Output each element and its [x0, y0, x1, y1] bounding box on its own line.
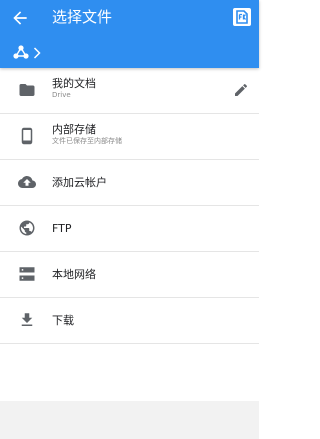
list-item-my-documents[interactable]: 我的文档 Drive — [0, 68, 259, 114]
download-icon — [18, 311, 36, 329]
list-item-label: 我的文档 — [52, 77, 96, 90]
network-nodes-icon[interactable] — [12, 44, 30, 62]
pencil-icon[interactable] — [233, 82, 249, 98]
app-bar: 选择文件 — [0, 0, 259, 68]
list-item-label: 下载 — [52, 314, 74, 327]
sdcard-badge-icon[interactable] — [233, 8, 251, 26]
phone-icon — [18, 127, 36, 145]
folder-icon — [18, 81, 36, 99]
list-item-local-network[interactable]: 本地网络 — [0, 252, 259, 298]
server-icon — [18, 265, 36, 283]
globe-icon — [18, 219, 36, 237]
arrow-left-icon[interactable] — [10, 8, 30, 28]
cloud-upload-icon — [18, 173, 36, 191]
page-title: 选择文件 — [52, 8, 113, 26]
storage-location-list: 我的文档 Drive 内部存储 文件已保存至内部存储 添加云帐户 FTP 本地网… — [0, 68, 259, 344]
bottom-area — [0, 401, 259, 439]
list-item-label: 内部存储 — [52, 123, 96, 136]
list-item-downloads[interactable]: 下载 — [0, 298, 259, 344]
list-item-subtitle: 文件已保存至内部存储 — [52, 137, 122, 145]
list-item-label: 添加云帐户 — [52, 176, 107, 189]
chevron-right-icon — [32, 46, 42, 60]
list-item-ftp[interactable]: FTP — [0, 206, 259, 252]
list-item-internal-storage[interactable]: 内部存储 文件已保存至内部存储 — [0, 114, 259, 160]
list-item-add-cloud-account[interactable]: 添加云帐户 — [0, 160, 259, 206]
list-item-subtitle: Drive — [52, 91, 71, 99]
list-item-label: FTP — [52, 222, 72, 235]
list-item-label: 本地网络 — [52, 268, 96, 281]
